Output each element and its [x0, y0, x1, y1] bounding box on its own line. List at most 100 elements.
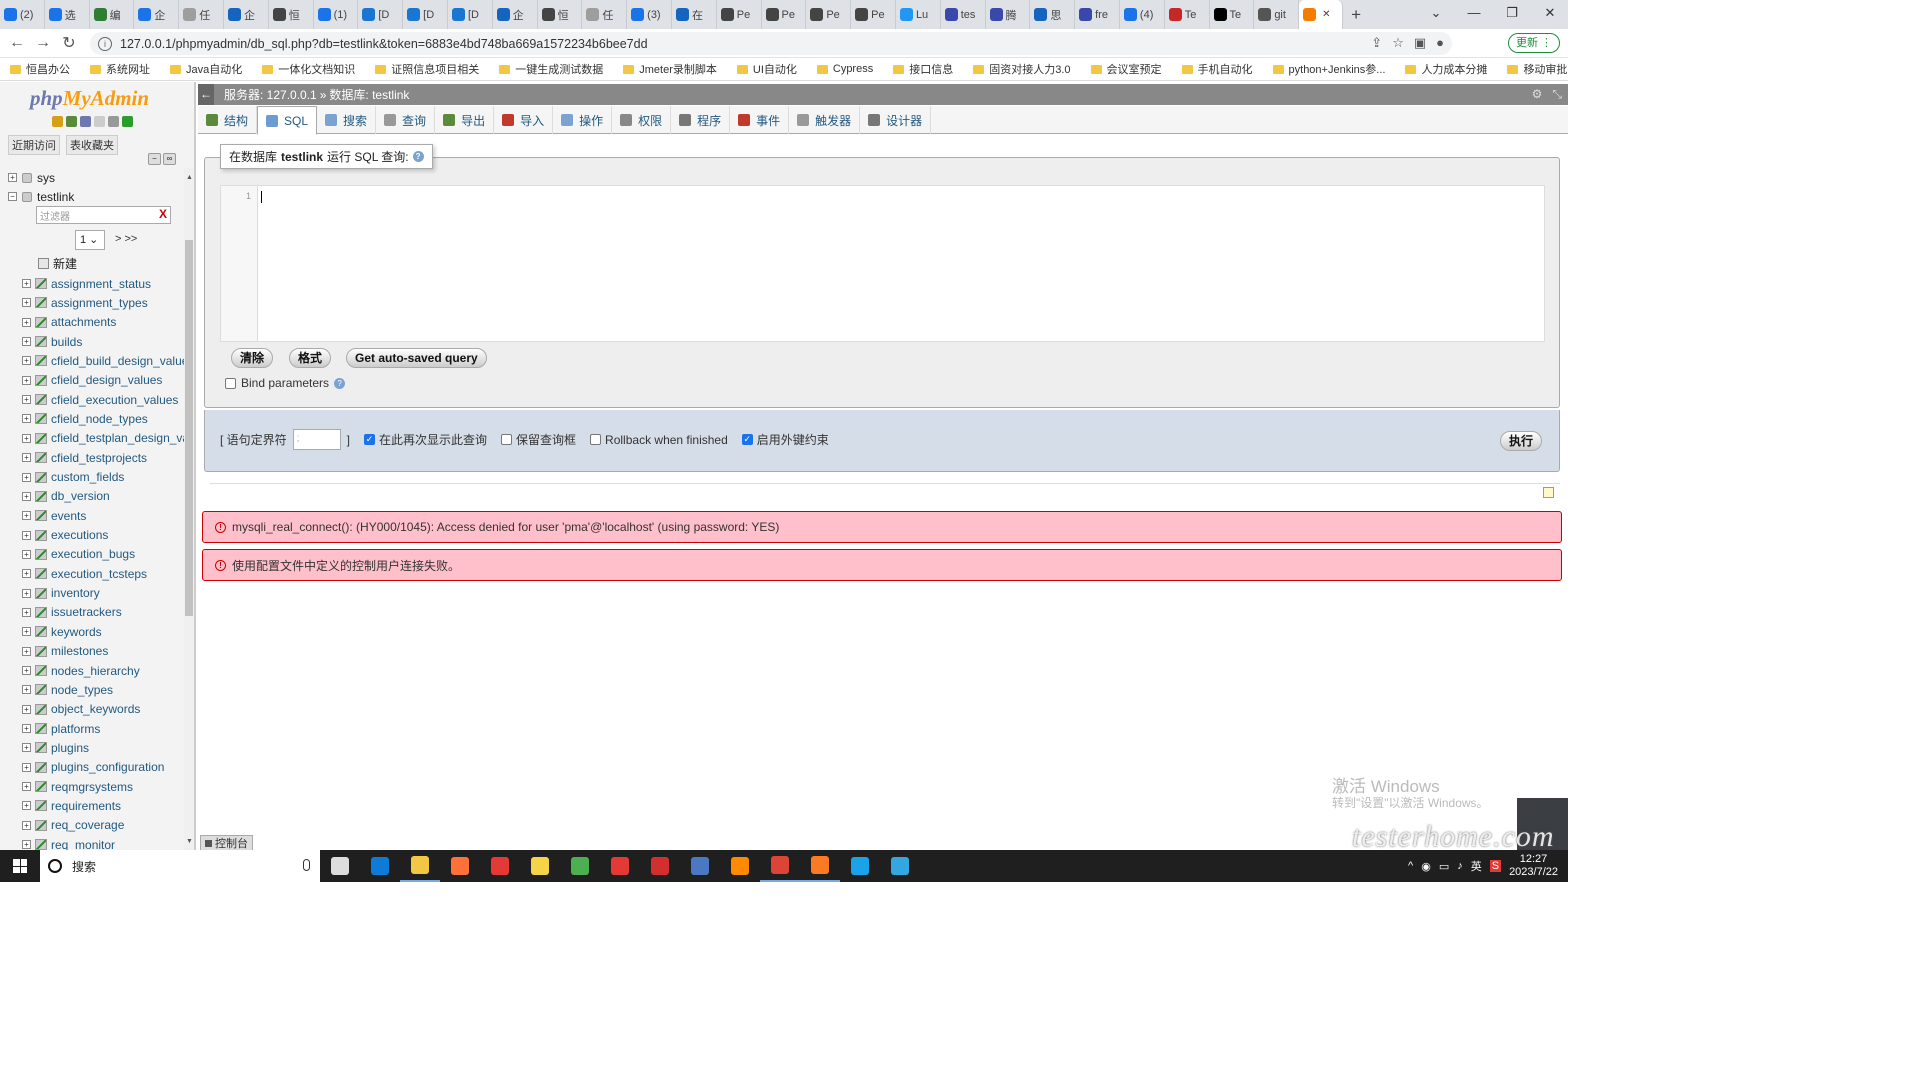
table-item[interactable]: + nodes_hierarchy — [22, 661, 140, 680]
expand-icon[interactable]: + — [22, 724, 31, 734]
table-name[interactable]: req_monitor — [51, 838, 115, 850]
foreign-key-checks-option[interactable]: ✓ 启用外键约束 — [741, 431, 829, 448]
get-autosaved-query-button[interactable]: Get auto-saved query — [346, 348, 487, 368]
bind-parameters-option[interactable]: Bind parameters ? — [225, 376, 346, 390]
table-icon[interactable] — [35, 684, 47, 696]
table-name[interactable]: platforms — [51, 722, 100, 736]
table-icon[interactable] — [35, 742, 47, 754]
table-icon[interactable] — [35, 665, 47, 676]
close-tab-icon[interactable]: ✕ — [1322, 9, 1330, 20]
expand-icon[interactable]: + — [22, 588, 31, 598]
table-icon[interactable] — [35, 510, 47, 522]
table-icon[interactable] — [35, 278, 47, 289]
tab-operations[interactable]: 操作 — [553, 106, 613, 134]
table-item[interactable]: + cfield_testprojects — [22, 448, 147, 467]
table-icon[interactable] — [35, 568, 47, 580]
table-name[interactable]: cfield_node_types — [51, 412, 148, 426]
table-item[interactable]: + execution_tcsteps — [22, 564, 147, 583]
table-item[interactable]: + executions — [22, 526, 108, 545]
expand-icon[interactable]: + — [22, 453, 31, 463]
home-icon[interactable] — [52, 116, 63, 127]
phpmyadmin-logo[interactable]: phpMyAdmin — [30, 86, 149, 111]
bookmark-folder[interactable]: Java自动化 — [160, 61, 252, 77]
taskbar-app-wps[interactable] — [640, 850, 680, 882]
table-item[interactable]: + req_monitor — [22, 835, 115, 850]
taskbar-app-xmind[interactable] — [600, 850, 640, 882]
input-method-icon[interactable]: 英 — [1471, 858, 1482, 874]
table-item[interactable]: + builds — [22, 332, 82, 351]
table-name[interactable]: plugins — [51, 741, 89, 755]
table-icon[interactable] — [35, 490, 47, 502]
tab-privileges[interactable]: 权限 — [612, 106, 672, 134]
expand-icon[interactable]: + — [22, 627, 31, 637]
browser-tab[interactable]: 企 — [134, 0, 180, 29]
browser-tab[interactable]: 任 — [179, 0, 224, 29]
browser-tab[interactable]: Pe — [762, 0, 807, 29]
table-item[interactable]: + requirements — [22, 796, 121, 815]
table-icon[interactable] — [35, 645, 47, 657]
table-item[interactable]: + cfield_build_design_values — [22, 351, 184, 370]
table-filter-input[interactable]: 过滤器 X — [36, 206, 171, 224]
scroll-down-icon[interactable]: ▼ — [186, 838, 193, 845]
retain-query-box-checkbox[interactable] — [501, 434, 513, 445]
expand-icon[interactable]: + — [22, 685, 31, 695]
query-window-icon[interactable] — [1543, 487, 1554, 498]
taskbar-app-butterfly[interactable] — [720, 850, 760, 882]
breadcrumb-server[interactable]: 服务器: 127.0.0.1 — [224, 86, 317, 103]
browser-tab[interactable]: ✕ — [1299, 0, 1344, 29]
db-name[interactable]: testlink — [37, 190, 74, 204]
table-icon[interactable] — [35, 800, 47, 812]
expand-icon[interactable]: + — [22, 433, 31, 443]
table-icon[interactable] — [35, 355, 47, 367]
table-icon[interactable] — [35, 316, 47, 328]
table-item[interactable]: + custom_fields — [22, 468, 124, 487]
table-name[interactable]: cfield_testplan_design_values — [51, 431, 184, 445]
expand-icon[interactable]: + — [22, 337, 31, 347]
table-name[interactable]: inventory — [51, 586, 100, 600]
browser-tab[interactable]: Te — [1165, 0, 1210, 29]
tab-query[interactable]: 查询 — [376, 106, 436, 134]
breadcrumb-database[interactable]: 数据库: testlink — [329, 86, 409, 103]
browser-tab[interactable]: [D — [358, 0, 404, 29]
table-name[interactable]: requirements — [51, 799, 121, 813]
browser-tab[interactable]: Pe — [851, 0, 896, 29]
table-icon[interactable] — [35, 606, 47, 618]
tab-designer[interactable]: 设计器 — [860, 106, 932, 134]
clear-button[interactable]: 清除 — [231, 348, 274, 368]
recent-tables-button[interactable]: 近期访问 — [8, 135, 60, 155]
browser-tab[interactable]: 企 — [224, 0, 269, 29]
browser-tab[interactable]: Pe — [717, 0, 762, 29]
table-name[interactable]: attachments — [51, 315, 116, 329]
table-icon[interactable] — [35, 297, 47, 309]
expand-icon[interactable]: + — [22, 530, 31, 540]
foreign-key-checks-checkbox[interactable]: ✓ — [741, 434, 753, 445]
bookmark-folder[interactable]: python+Jenkins参... — [1263, 61, 1396, 77]
bookmark-folder[interactable]: 接口信息 — [883, 61, 963, 77]
table-icon[interactable] — [35, 336, 47, 348]
table-name[interactable]: reqmgrsystems — [51, 780, 133, 794]
tab-search-icon[interactable]: ⌄ — [1418, 0, 1454, 29]
close-window-icon[interactable]: ✕ — [1532, 0, 1568, 29]
nav-scrollbar-thumb[interactable] — [185, 240, 193, 616]
browser-tab[interactable]: (4) — [1120, 0, 1165, 29]
table-icon[interactable] — [35, 548, 47, 560]
tab-import[interactable]: 导入 — [494, 106, 554, 134]
tray-app-icon[interactable]: ◉ — [1421, 860, 1431, 873]
tab-sql[interactable]: SQL — [257, 106, 318, 135]
table-name[interactable]: db_version — [51, 489, 110, 503]
table-item[interactable]: + plugins — [22, 738, 89, 757]
bookmark-folder[interactable]: Cypress — [807, 63, 883, 75]
expand-icon[interactable]: + — [22, 279, 31, 288]
table-name[interactable]: milestones — [51, 644, 108, 658]
expand-icon[interactable]: + — [22, 704, 31, 714]
expand-icon[interactable]: + — [22, 820, 31, 830]
tab-routines[interactable]: 程序 — [671, 106, 731, 134]
sql-editor[interactable]: 1 — [220, 185, 1545, 342]
volume-icon[interactable]: ♪ — [1457, 860, 1463, 872]
browser-tab[interactable]: (3) — [627, 0, 672, 29]
new-tab-button[interactable]: + — [1343, 5, 1369, 25]
scroll-up-icon[interactable]: ▲ — [186, 174, 193, 181]
taskbar-app-edge[interactable] — [360, 850, 400, 882]
table-icon[interactable] — [35, 839, 47, 850]
taskbar-app-app-red[interactable] — [480, 850, 520, 882]
